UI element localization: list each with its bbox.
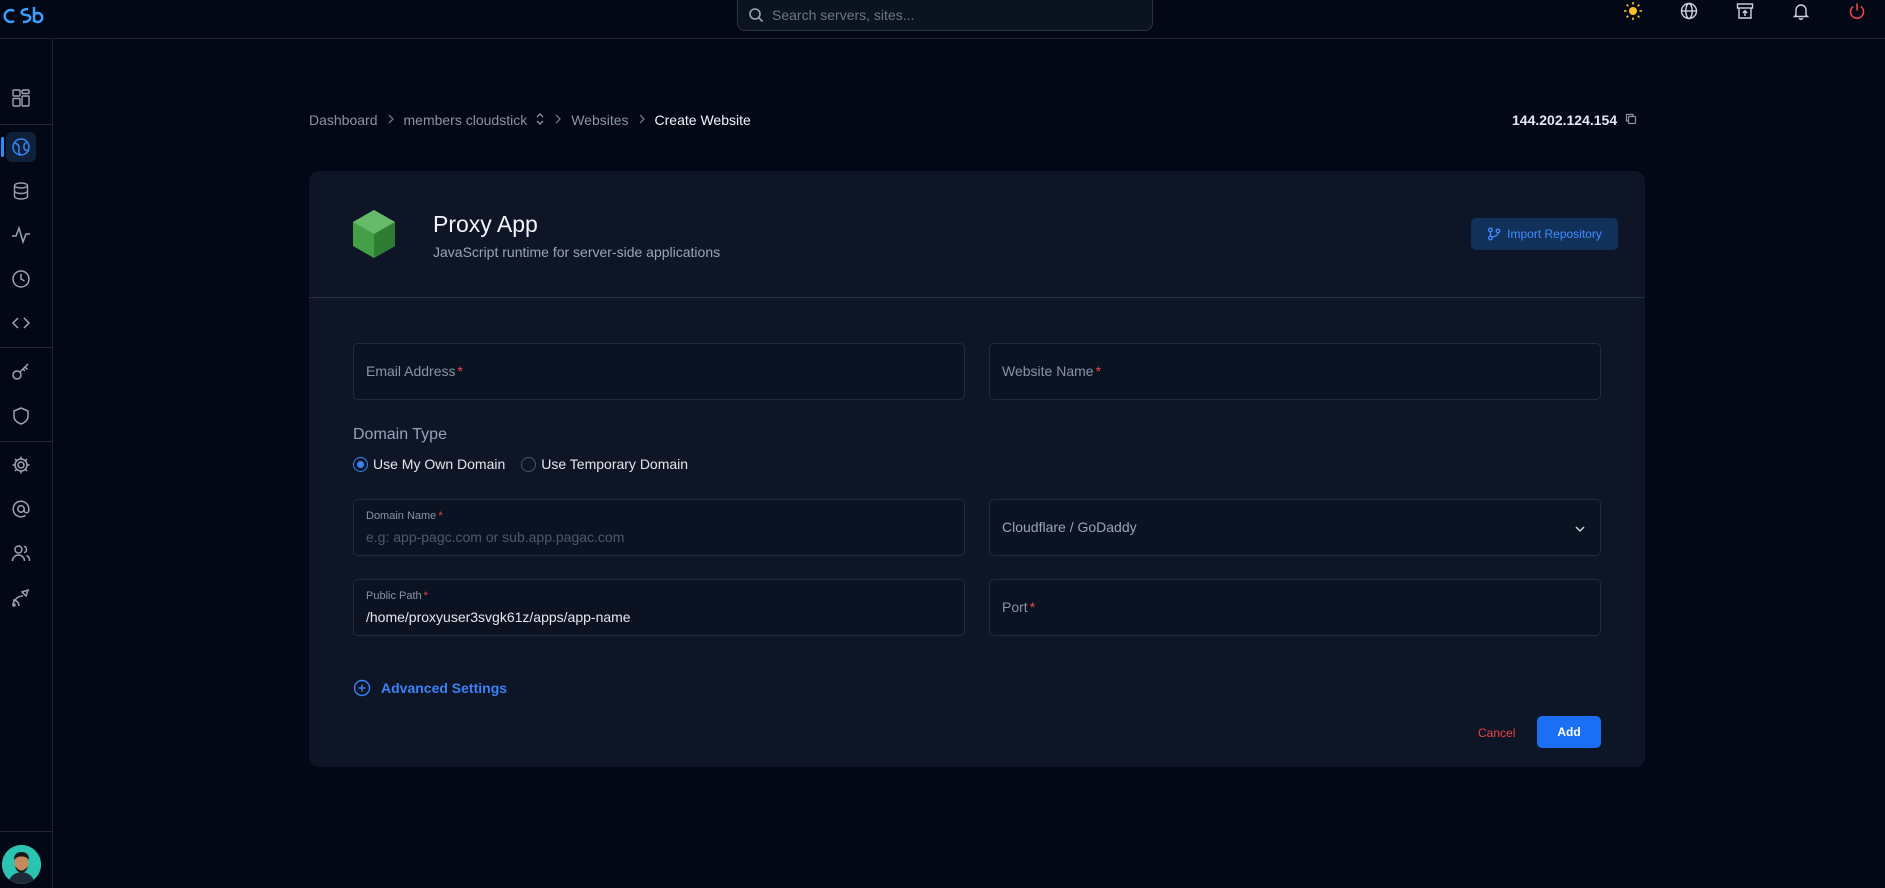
dashboard-icon[interactable] [6, 83, 36, 113]
app-title: Proxy App [433, 211, 538, 237]
users-icon[interactable] [6, 538, 36, 568]
port-label: Port * [1002, 599, 1036, 615]
bell-icon[interactable] [1790, 0, 1812, 22]
sun-icon[interactable] [1622, 0, 1644, 22]
breadcrumb-dashboard[interactable]: Dashboard [309, 112, 378, 128]
code-icon[interactable] [6, 308, 36, 338]
domain-name-field[interactable]: Domain Name * e.g: app-pagc.com or sub.ap… [353, 499, 965, 556]
advanced-settings-toggle[interactable]: Advanced Settings [353, 679, 507, 697]
public-path-label: Public Path * [366, 590, 428, 602]
activity-icon[interactable] [6, 220, 36, 250]
chevron-right-icon [637, 113, 647, 127]
server-ip-text: 144.202.124.154 [1512, 112, 1618, 128]
chevron-right-icon [386, 113, 396, 127]
radio-temporary-domain[interactable]: Use Temporary Domain [521, 456, 688, 472]
domain-name-placeholder: e.g: app-pagc.com or sub.app.pagac.com [366, 529, 625, 545]
email-label: Email Address * [366, 363, 463, 379]
breadcrumb-current: Create Website [654, 112, 751, 128]
breadcrumb-websites[interactable]: Websites [571, 112, 628, 128]
domain-type-label: Domain Type [353, 426, 447, 443]
chevron-right-icon [553, 113, 563, 127]
create-website-card: Proxy App JavaScript runtime for server-… [309, 171, 1645, 767]
deploy-icon[interactable] [6, 583, 36, 613]
logo[interactable] [0, 0, 48, 30]
clock-icon[interactable] [6, 264, 36, 294]
port-field[interactable]: Port * [989, 579, 1601, 636]
public-path-field[interactable]: Public Path * /home/proxyuser3svgk61z/app… [353, 579, 965, 636]
add-button[interactable]: Add [1537, 716, 1601, 748]
breadcrumb-server[interactable]: members cloudstick [404, 112, 528, 128]
copy-icon[interactable] [1625, 112, 1637, 128]
search-input[interactable] [772, 7, 1132, 23]
public-path-value: /home/proxyuser3svgk61z/apps/app-name [366, 609, 631, 625]
sidebar [0, 39, 53, 888]
git-branch-icon [1488, 227, 1501, 241]
avatar[interactable] [2, 845, 41, 884]
app-subtitle: JavaScript runtime for server-side appli… [433, 244, 721, 260]
logo-icon [3, 7, 44, 24]
websites-icon[interactable] [6, 132, 36, 162]
search-bar[interactable] [737, 0, 1153, 31]
email-field[interactable]: Email Address * [353, 343, 965, 400]
upload-box-icon[interactable] [1734, 0, 1756, 22]
chevron-down-icon [1574, 522, 1586, 540]
website-name-field[interactable]: Website Name * [989, 343, 1601, 400]
domain-name-label: Domain Name * [366, 510, 443, 522]
shield-icon[interactable] [6, 401, 36, 431]
card-header: Proxy App JavaScript runtime for server-… [309, 171, 1645, 298]
website-name-label: Website Name * [1002, 363, 1102, 379]
active-indicator [1, 137, 4, 157]
domain-type-radio-group: Use My Own Domain Use Temporary Domain [353, 456, 696, 472]
radio-selected-icon[interactable] [353, 456, 368, 472]
at-icon[interactable] [6, 494, 36, 524]
dns-provider-select[interactable]: Cloudflare / GoDaddy [989, 499, 1601, 556]
breadcrumb: Dashboard members cloudstick Websites Cr… [309, 112, 751, 128]
chevron-up-down-icon[interactable] [535, 112, 545, 129]
database-icon[interactable] [6, 176, 36, 206]
cancel-button[interactable]: Cancel [1478, 726, 1515, 740]
nodejs-logo-icon [351, 209, 397, 259]
key-icon[interactable] [6, 357, 36, 387]
radio-unselected-icon[interactable] [521, 456, 537, 472]
user-avatar-icon [2, 845, 41, 884]
top-bar [0, 0, 1885, 39]
server-ip: 144.202.124.154 [1512, 112, 1637, 128]
dns-provider-value: Cloudflare / GoDaddy [1002, 519, 1137, 535]
import-repository-label: Import Repository [1507, 227, 1602, 241]
import-repository-button[interactable]: Import Repository [1471, 218, 1618, 250]
settings-icon[interactable] [6, 450, 36, 480]
advanced-settings-label: Advanced Settings [381, 680, 508, 696]
radio-own-domain[interactable]: Use My Own Domain [353, 456, 505, 472]
search-icon [749, 8, 764, 23]
globe-icon[interactable] [1678, 0, 1700, 22]
plus-circle-icon [353, 679, 371, 697]
power-icon[interactable] [1846, 0, 1868, 22]
